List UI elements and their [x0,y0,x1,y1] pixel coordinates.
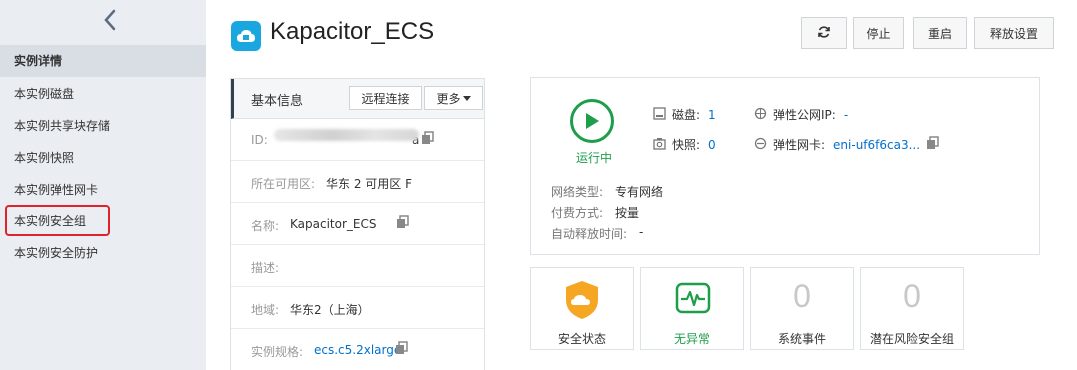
more-label: 更多 [436,91,461,106]
sidebar-item-shared-block-storage[interactable]: 本实例共享块存储 [0,110,206,142]
copy-icon[interactable] [926,136,940,153]
auto-release-value: - [639,225,644,239]
info-row-spec: 实例规格: ecs.c5.2xlarge [231,329,484,370]
eni-stat: 弹性网卡: eni-uf6f6ca3... [754,136,940,153]
redacted-id [274,129,419,141]
info-row-name: 名称: Kapacitor_ECS [231,203,484,245]
risk-groups-count: 0 [903,278,921,314]
risk-groups-label: 潜在风险安全组 [869,332,954,346]
page-title: Kapacitor_ECS [270,18,435,45]
copy-icon[interactable] [396,215,410,229]
more-dropdown[interactable]: 更多 [424,86,483,110]
sidebar-item-eni[interactable]: 本实例弹性网卡 [0,174,206,206]
disk-stat: 磁盘: 1 [653,106,716,123]
risk-security-groups-card[interactable]: 0 潜在风险安全组 [860,267,964,350]
info-row-description: 描述: [231,245,484,287]
sidebar-item-instance-details[interactable]: 实例详情 [0,45,206,77]
running-status-label: 运行中 [576,151,613,165]
eni-icon [754,137,767,153]
basic-info-header: 基本信息 远程连接 更多 [231,79,484,119]
basic-info-panel: 基本信息 远程连接 更多 ID: a 所在可用区: 华东 2 可用区 F 名称:… [230,78,485,370]
spec-label: 实例规格: [251,345,304,359]
zone-label: 所在可用区: [251,177,316,191]
region-value: 华东2（上海） [290,303,370,317]
snapshot-count-link[interactable]: 0 [708,138,716,152]
network-type-value: 专有网络 [615,185,664,199]
disk-count-link[interactable]: 1 [708,108,716,122]
security-status-card[interactable]: 安全状态 [530,267,634,350]
eip-label: 弹性公网IP: [773,108,836,122]
billing-label: 付费方式: [551,206,604,220]
highlight-annotation [5,205,110,236]
eni-value-link[interactable]: eni-uf6f6ca3... [833,138,920,152]
zone-value: 华东 2 可用区 F [326,177,412,191]
disk-icon [653,106,666,123]
disk-label: 磁盘: [672,108,701,122]
info-row-region: 地域: 华东2（上海） [231,287,484,329]
sidebar-item-snapshots[interactable]: 本实例快照 [0,142,206,174]
network-type-label: 网络类型: [551,185,604,199]
eip-icon [754,107,767,123]
description-label: 描述: [251,261,280,275]
eni-label: 弹性网卡: [773,138,826,152]
restart-button[interactable]: 重启 [913,17,967,49]
spec-value-link[interactable]: ecs.c5.2xlarge [314,343,401,357]
auto-release-label: 自动释放时间: [551,227,628,241]
system-events-count: 0 [793,278,811,314]
snapshot-icon [653,137,666,153]
refresh-icon [817,25,831,42]
security-shield-cloud-icon [564,280,600,323]
copy-icon[interactable] [421,131,435,145]
security-status-label: 安全状态 [557,332,606,346]
info-row-zone: 所在可用区: 华东 2 可用区 F [231,161,484,203]
snapshot-label: 快照: [672,138,701,152]
ecs-instance-icon [231,21,261,51]
system-events-label: 系统事件 [777,332,826,346]
caret-down-icon [462,91,471,105]
system-events-card[interactable]: 0 系统事件 [750,267,854,350]
running-play-icon[interactable] [570,99,614,143]
eip-value[interactable]: - [844,108,848,122]
back-chevron-icon[interactable] [98,6,122,34]
no-anomaly-label: 无异常 [673,332,710,346]
eip-stat: 弹性公网IP: - [754,106,848,123]
region-label: 地域: [251,303,280,317]
sidebar: 实例详情 本实例磁盘 本实例共享块存储 本实例快照 本实例弹性网卡 本实例安全组… [0,0,206,370]
monitor-pulse-icon [675,282,711,317]
sidebar-item-security-protection[interactable]: 本实例安全防护 [0,237,206,269]
snapshot-stat: 快照: 0 [653,136,716,153]
remote-connect-button[interactable]: 远程连接 [349,86,422,110]
basic-info-title: 基本信息 [251,94,304,109]
name-value: Kapacitor_ECS [290,217,377,231]
sidebar-item-disks[interactable]: 本实例磁盘 [0,78,206,110]
stop-button[interactable]: 停止 [853,17,904,49]
refresh-button[interactable] [801,17,847,49]
release-settings-button[interactable]: 释放设置 [974,17,1054,49]
status-panel: 运行中 磁盘: 1 快照: 0 弹性公网IP: - 弹性网卡: eni-uf6f… [530,77,1040,255]
no-anomaly-card[interactable]: 无异常 [640,267,744,350]
billing-value: 按量 [615,206,640,220]
copy-icon[interactable] [395,341,409,355]
name-label: 名称: [251,219,280,233]
id-label: ID: [251,133,268,147]
